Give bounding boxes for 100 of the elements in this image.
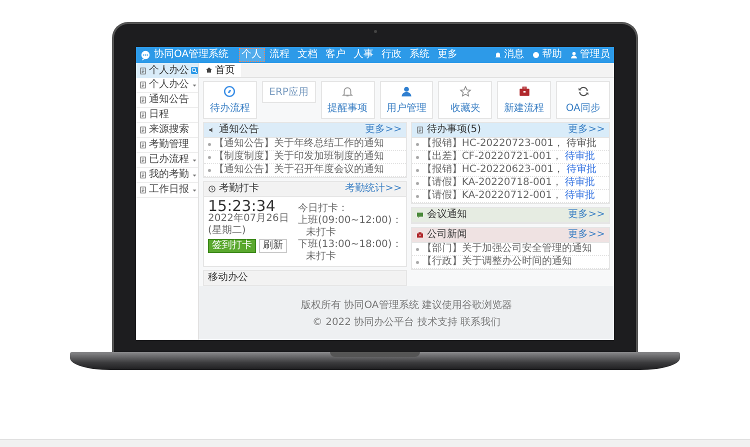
today-label: 今日打卡： [298, 203, 349, 214]
document-icon [139, 81, 147, 89]
todo-status: 待审批 [565, 177, 596, 189]
panel-title: 考勤打卡 [219, 183, 260, 195]
shift-status: 未打卡 [305, 227, 337, 238]
nav-tab[interactable]: 流程 [266, 48, 293, 62]
footer-text: © 2022 协同办公平台 技术支持 联系我们 [312, 316, 501, 328]
shortcut-tile[interactable]: 收藏夹 [438, 81, 492, 119]
caret-icon [191, 186, 198, 194]
caret-icon [191, 172, 198, 178]
nav-tab[interactable]: 客户 [322, 48, 349, 62]
sidebar-item[interactable]: 我的考勤 [136, 168, 198, 183]
sidebar-item[interactable]: 个人办公 [136, 78, 198, 93]
punch-button[interactable]: 签到打卡 [208, 239, 256, 253]
todo-status: 待审批 [566, 138, 597, 150]
document-icon [139, 66, 147, 74]
toolbar-link[interactable]: 管理员 [580, 49, 610, 61]
panel-title: 会议通知 [426, 209, 468, 221]
todo-link[interactable]: 【请假】KA-20220712-001， [422, 190, 562, 202]
panel-title: 公司新闻 [426, 229, 468, 241]
bullet-icon [208, 156, 211, 158]
chat-icon [416, 211, 424, 219]
more-link[interactable]: 更多>> [568, 209, 605, 221]
shortcut-tile[interactable]: ERP应用 [262, 81, 316, 103]
bullet-icon [416, 194, 419, 198]
shortcut-tile[interactable]: 待办流程 [203, 81, 257, 119]
document-icon [139, 111, 147, 119]
sidebar-item[interactable]: 日程 [136, 108, 198, 123]
clock-icon [208, 185, 216, 193]
panel-title: 通知公告 [219, 124, 260, 136]
document-icon [139, 156, 147, 164]
compass-icon [223, 85, 236, 98]
bell-icon [494, 51, 502, 59]
bullet-icon [416, 168, 419, 172]
toolbar-link[interactable]: 帮助 [542, 49, 562, 61]
shortcut-tile[interactable]: 新建流程 [497, 81, 552, 119]
nav-tab[interactable]: 系统 [406, 48, 433, 62]
more-link[interactable]: 更多>> [568, 229, 605, 241]
panel-title: 移动办公 [208, 272, 249, 284]
chat-bubble-icon [140, 50, 151, 60]
document-icon [139, 141, 147, 149]
sidebar-item[interactable]: 通知公告 [136, 93, 198, 108]
page-tab[interactable]: 首页 [199, 63, 241, 77]
sidebar-item[interactable]: 已办流程 [136, 153, 198, 168]
nav-tab[interactable]: 文档 [294, 48, 321, 62]
more-link[interactable]: 更多>> [365, 124, 402, 136]
bullet-icon [416, 156, 419, 158]
bullet-icon [208, 168, 211, 172]
document-icon [139, 171, 147, 179]
notice-link[interactable]: 【部门】关于加强公司安全管理的通知 [422, 243, 592, 255]
home-icon [205, 66, 213, 74]
refresh-button[interactable]: 刷新 [259, 239, 287, 253]
toolbar-link[interactable]: 消息 [504, 49, 524, 61]
shift-status: 未打卡 [305, 251, 337, 263]
shift-label: 下班(13:00~18:00)： [298, 239, 402, 250]
briefcase-icon [518, 85, 531, 98]
todo-link[interactable]: 【请假】KA-20220718-001， [422, 177, 562, 189]
bullet-icon [208, 142, 211, 146]
sidebar-item[interactable]: 考勤管理 [136, 138, 198, 153]
sidebar-title: 个人办公 [149, 64, 189, 76]
todo-status: 待审批 [566, 164, 597, 176]
footer-text: 版权所有 协同OA管理系统 建议使用谷歌浏览器 [301, 298, 512, 312]
nav-tab[interactable]: 人事 [350, 48, 377, 62]
todo-link[interactable]: 【报销】HC-20220723-001， [422, 138, 564, 150]
panel-title: 待办事项(5) [426, 124, 482, 136]
bullet-icon [416, 182, 419, 184]
todo-link[interactable]: 【报销】HC-20220623-001， [422, 164, 564, 176]
document-icon [139, 126, 147, 134]
document-icon [139, 96, 147, 104]
nav-tab[interactable]: 更多 [434, 48, 461, 62]
shortcut-tile[interactable]: 提醒事项 [320, 81, 375, 119]
notice-link[interactable]: 【通知公告】关于召开年度会议的通知 [214, 164, 384, 176]
todo-link[interactable]: 【出差】CF-20220721-001， [422, 151, 562, 163]
refresh-icon [576, 85, 590, 98]
sidebar-item[interactable]: 来源搜索 [136, 123, 198, 138]
star-icon [458, 85, 472, 98]
sidebar-item[interactable]: 工作日报 [136, 183, 198, 198]
nav-tab[interactable]: 行政 [378, 48, 405, 62]
todo-status: 待审批 [565, 190, 596, 202]
notice-link[interactable]: 【制度制度】关于印发加班制度的通知 [214, 151, 384, 163]
camera-icon [374, 30, 377, 33]
notice-link[interactable]: 【行政】关于调整办公时间的通知 [422, 256, 572, 268]
shortcut-tile[interactable]: OA同步 [556, 81, 610, 119]
more-link[interactable]: 更多>> [568, 124, 605, 136]
caret-icon [191, 82, 198, 88]
document-icon [139, 186, 147, 194]
more-link[interactable]: 考勤统计>> [345, 183, 402, 195]
notice-link[interactable]: 【通知公告】关于年终总结工作的通知 [214, 138, 384, 150]
nav-tab[interactable]: 个人 [238, 48, 265, 62]
bell-icon [341, 85, 354, 98]
shortcut-tile[interactable]: 用户管理 [380, 81, 434, 119]
caret-icon [191, 156, 198, 164]
bullet-icon [416, 260, 419, 264]
todo-status: 待审批 [564, 151, 595, 163]
bullet-icon [416, 142, 419, 146]
user-icon [570, 51, 578, 59]
document-icon [416, 126, 424, 134]
shift-label: 上班(09:00~12:00)： [298, 215, 402, 226]
briefcase-icon [416, 231, 424, 239]
bullet-icon [416, 248, 419, 250]
